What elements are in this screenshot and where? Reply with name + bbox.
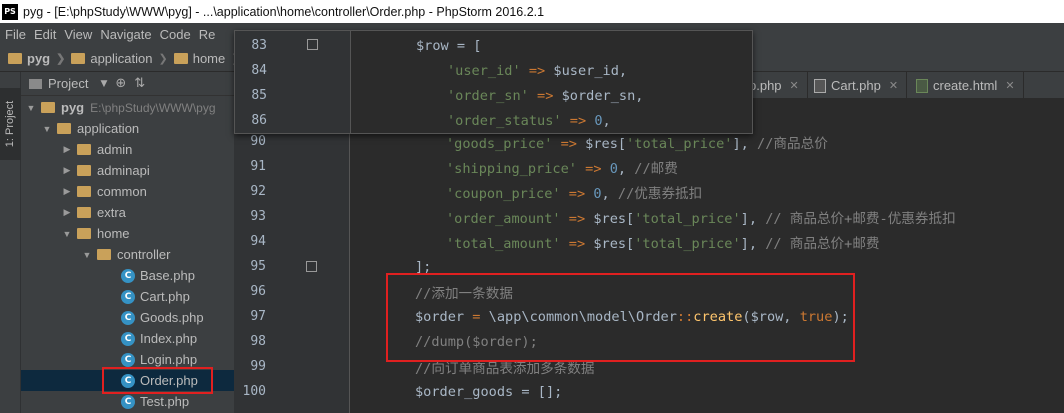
code-peek-popup: 83 $row = [ 84 'user_id' => $user_id, 85…	[234, 30, 753, 134]
breadcrumb-item-pyg[interactable]: pyg ❯	[8, 51, 71, 66]
folder-icon	[77, 165, 91, 176]
collapsed-arrow-icon[interactable]: ▶	[61, 165, 73, 176]
tree-item-base-php[interactable]: C Base.php	[21, 265, 234, 286]
php-file-icon	[814, 78, 826, 93]
tree-item-pyg[interactable]: ▼ pyg E:\phpStudy\WWW\pyg	[21, 97, 234, 118]
tree-item-controller[interactable]: ▼ controller	[21, 244, 234, 265]
menu-navigate[interactable]: Navigate	[96, 27, 155, 42]
folder-icon	[77, 207, 91, 218]
code-line-100: 100 $order_goods = [];	[242, 383, 563, 400]
fold-marker-icon[interactable]	[307, 39, 318, 50]
title-bar: PS pyg - [E:\phpStudy\WWW\pyg] - ...\app…	[0, 0, 1064, 23]
code-editor[interactable]: 90 'goods_price' => $res['total_price'],…	[234, 100, 1064, 413]
tree-item-admin[interactable]: ▶ admin	[21, 139, 234, 160]
target-icon[interactable]: ⊕	[115, 76, 126, 91]
php-class-icon: C	[121, 352, 135, 367]
folder-icon	[97, 249, 111, 260]
folder-icon	[77, 144, 91, 155]
collapse-all-icon[interactable]: ⇅	[134, 76, 145, 91]
folder-icon	[57, 123, 71, 134]
folder-icon	[8, 52, 22, 64]
tab-create-html[interactable]: create.html ✕	[908, 72, 1024, 99]
php-class-icon: C	[121, 394, 135, 409]
close-icon[interactable]: ✕	[1005, 79, 1014, 92]
project-tool-tab[interactable]: 1: Project	[0, 88, 21, 160]
close-icon[interactable]: ✕	[790, 79, 799, 92]
project-panel-header: Project ▼ ⊕ ⇅	[21, 72, 234, 96]
dropdown-arrow-icon[interactable]: ▼	[100, 79, 107, 89]
code-line-85: 85 'order_sn' => $order_sn,	[251, 87, 644, 104]
html-file-icon	[916, 78, 928, 93]
project-tree: ▼ pyg E:\phpStudy\WWW\pyg ▼ application …	[21, 97, 234, 412]
expand-arrow-icon[interactable]: ▼	[41, 124, 53, 134]
menu-view[interactable]: View	[60, 27, 96, 42]
phpstorm-app-icon: PS	[2, 3, 18, 20]
menu-refactor[interactable]: Re	[195, 27, 220, 42]
close-icon[interactable]: ✕	[889, 79, 898, 92]
project-view-selector[interactable]: Project	[48, 76, 88, 91]
tree-item-extra[interactable]: ▶ extra	[21, 202, 234, 223]
tree-item-goods-php[interactable]: C Goods.php	[21, 307, 234, 328]
menu-edit[interactable]: Edit	[30, 27, 60, 42]
tab-cart-php[interactable]: Cart.php ✕	[806, 72, 908, 99]
chevron-right-icon: ❯	[56, 52, 66, 65]
expand-arrow-icon[interactable]: ▼	[25, 103, 37, 113]
collapsed-arrow-icon[interactable]: ▶	[61, 207, 73, 218]
tree-item-adminapi[interactable]: ▶ adminapi	[21, 160, 234, 181]
folder-icon	[41, 102, 55, 113]
code-line-94: 94 'total_amount' => $res['total_price']…	[250, 234, 880, 252]
php-class-icon: C	[121, 331, 135, 346]
folder-icon	[173, 52, 188, 64]
tree-item-home[interactable]: ▼ home	[21, 223, 234, 244]
php-class-icon: C	[121, 268, 135, 283]
breadcrumb-item-application[interactable]: application ❯	[71, 51, 173, 66]
fold-marker-icon[interactable]	[306, 261, 317, 272]
tree-item-test-php[interactable]: C Test.php	[21, 391, 234, 412]
project-panel: Project ▼ ⊕ ⇅ ▼ pyg E:\phpStudy\WWW\pyg …	[21, 72, 234, 413]
tree-item-application[interactable]: ▼ application	[21, 118, 234, 139]
code-line-92: 92 'coupon_price' => 0, //优惠券抵扣	[250, 184, 703, 202]
menu-file[interactable]: File	[0, 27, 30, 42]
collapsed-arrow-icon[interactable]: ▶	[61, 186, 73, 197]
php-class-icon: C	[121, 289, 135, 304]
tree-item-common[interactable]: ▶ common	[21, 181, 234, 202]
expand-arrow-icon[interactable]: ▼	[81, 250, 93, 260]
collapsed-arrow-icon[interactable]: ▶	[61, 144, 73, 155]
code-line-91: 91 'shipping_price' => 0, //邮费	[250, 159, 678, 177]
tree-item-cart-php[interactable]: C Cart.php	[21, 286, 234, 307]
expand-arrow-icon[interactable]: ▼	[61, 229, 73, 239]
tree-item-index-php[interactable]: C Index.php	[21, 328, 234, 349]
code-line-93: 93 'order_amount' => $res['total_price']…	[250, 209, 956, 227]
folder-icon	[77, 228, 91, 239]
folder-icon	[77, 186, 91, 197]
project-icon	[29, 78, 42, 89]
tool-window-strip: 1: Project	[0, 72, 21, 413]
highlight-box-create-code	[386, 273, 855, 362]
code-line-86: 86 'order_status' => 0,	[251, 112, 611, 129]
folder-icon	[71, 52, 86, 64]
php-class-icon: C	[121, 310, 135, 325]
window-title: pyg - [E:\phpStudy\WWW\pyg] - ...\applic…	[23, 4, 545, 19]
menu-code[interactable]: Code	[156, 27, 195, 42]
highlight-box-order-php	[102, 367, 213, 394]
chevron-right-icon: ❯	[158, 52, 168, 65]
code-line-84: 84 'user_id' => $user_id,	[251, 62, 628, 79]
